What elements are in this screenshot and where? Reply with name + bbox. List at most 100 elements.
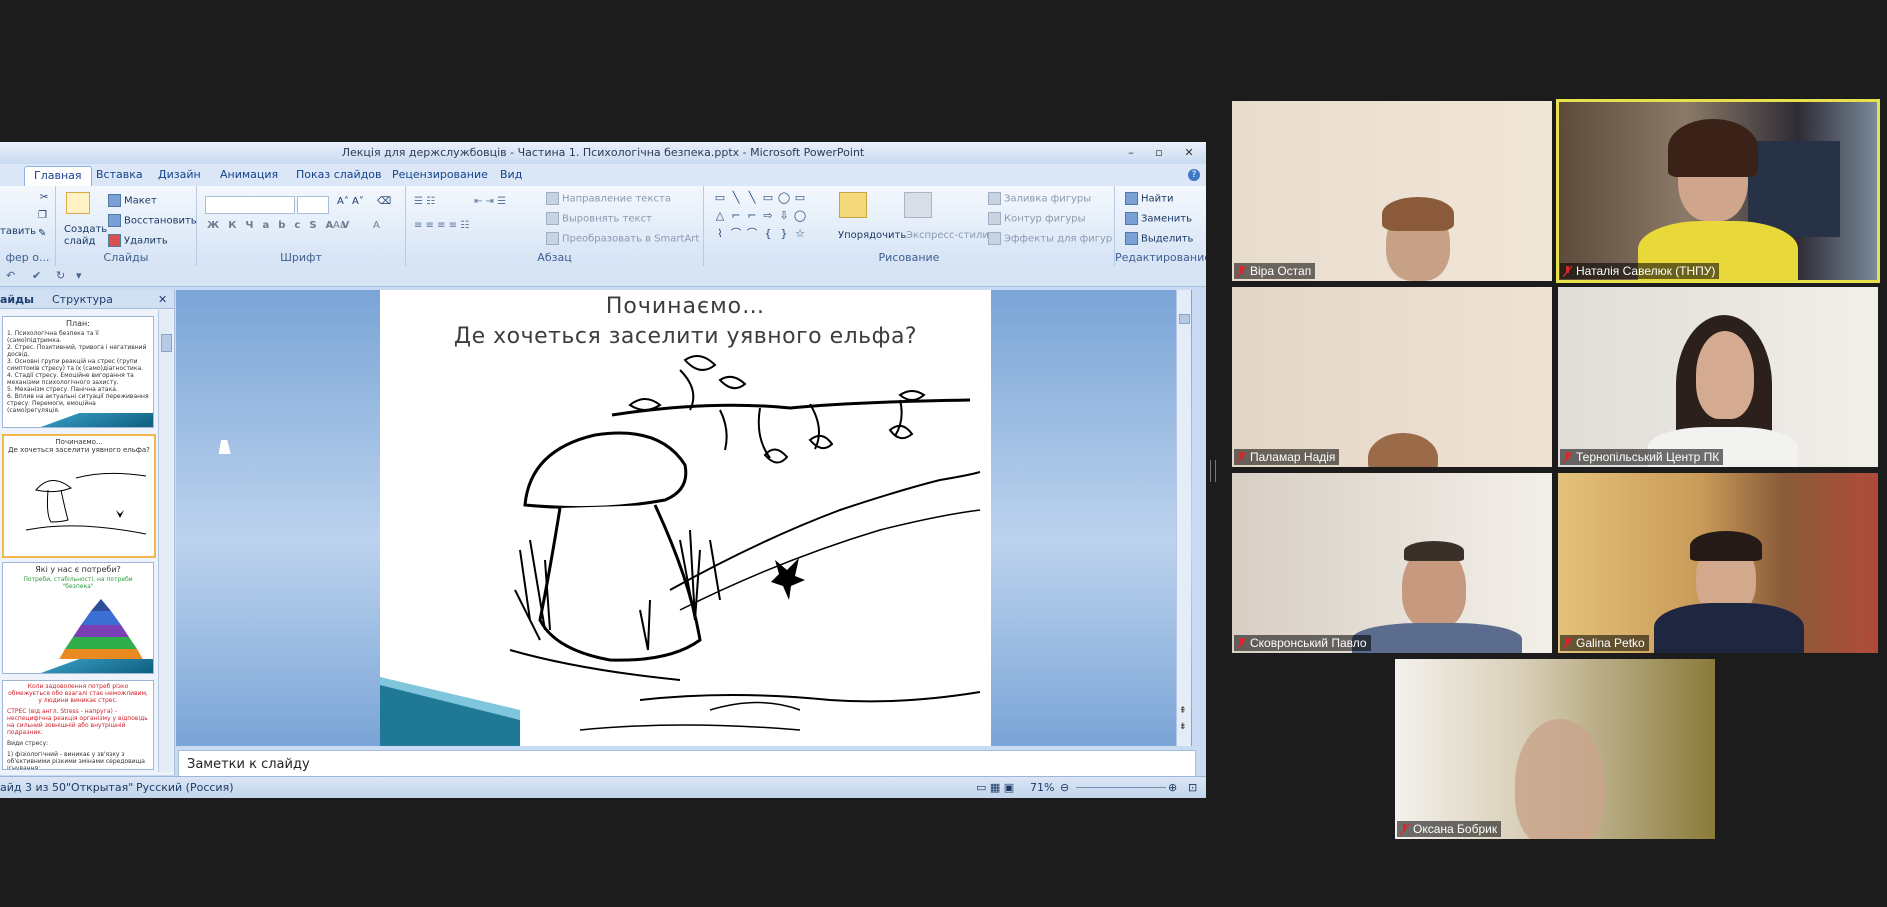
spelling-icon[interactable]: ✔ (32, 269, 41, 282)
thumb1-line: 1. Психологічна безпека та її (само)підт… (7, 330, 99, 344)
slide-scroll-thumb[interactable] (1179, 314, 1190, 324)
video-tile-4[interactable]: Тернопільський Центр ПК (1558, 287, 1878, 467)
find-icon (1125, 192, 1138, 205)
thumb2-drawing (25, 472, 147, 535)
align-text-button[interactable]: Выровнять текст (546, 212, 652, 225)
align-icons[interactable]: ≡ ≡ ≡ ≡ ☷ (414, 220, 469, 231)
video-tile-3[interactable]: Паламар Надія (1232, 287, 1552, 467)
slides-pane-scroll-thumb[interactable] (161, 334, 172, 352)
undo-icon[interactable]: ↶ (6, 269, 15, 282)
minimize-button[interactable]: – (1120, 145, 1142, 160)
thumb1-line: 2. Стрес. Позитивний, тривога і негативн… (7, 344, 147, 358)
arrange-icon[interactable] (839, 192, 867, 218)
reset-button[interactable]: Восстановить (108, 214, 197, 227)
muted-mic-icon (1400, 824, 1409, 835)
close-button[interactable]: ✕ (1178, 145, 1200, 160)
font-color-icon[interactable]: A (373, 220, 380, 231)
smartart-button[interactable]: Преобразовать в SmartArt (546, 232, 699, 245)
replace-button[interactable]: Заменить (1125, 212, 1192, 225)
tab-slides[interactable]: айды (0, 293, 34, 306)
shape-fill-button[interactable]: Заливка фигуры (988, 192, 1091, 205)
slide-thumbnail-3[interactable]: Які у нас є потреби? Потреби, стабільнос… (2, 562, 154, 674)
notes-pane[interactable]: Заметки к слайду (178, 750, 1196, 778)
participant-name-tag: Сковронський Павло (1234, 635, 1371, 651)
zoom-out-icon[interactable]: ⊖ (1060, 781, 1069, 794)
new-slide-button[interactable]: Создать (64, 224, 107, 235)
text-direction-button[interactable]: Направление текста (546, 192, 671, 205)
zoom-in-icon[interactable]: ⊕ (1168, 781, 1177, 794)
align-text-label: Выровнять текст (562, 213, 652, 225)
tab-view[interactable]: Вид (500, 168, 522, 181)
prev-slide-icon[interactable]: ⇞ (1179, 706, 1187, 716)
tab-animation[interactable]: Анимация (220, 168, 278, 181)
restore-button[interactable]: ▫ (1148, 145, 1170, 160)
new-slide-button-line2[interactable]: слайд (64, 236, 95, 247)
participant-name-tag: Оксана Бобрик (1397, 821, 1502, 837)
font-size-select[interactable] (297, 196, 329, 214)
find-button[interactable]: Найти (1125, 192, 1173, 205)
group-clipboard: тавить ✂ ❐ ✎ фер о... (0, 186, 56, 266)
font-name-select[interactable] (205, 196, 295, 214)
tab-design[interactable]: Дизайн (158, 168, 201, 181)
fit-to-window-icon[interactable]: ⊡ (1188, 781, 1197, 794)
close-pane-icon[interactable]: ✕ (158, 293, 167, 306)
new-slide-icon[interactable] (66, 192, 90, 214)
help-icon[interactable]: ? (1188, 169, 1200, 181)
next-slide-icon[interactable]: ⇟ (1179, 722, 1187, 732)
participant-name: Galina Petko (1576, 636, 1645, 650)
delete-slide-button[interactable]: Удалить (108, 234, 168, 247)
indent-icon[interactable]: ⇤ ⇥ ☰ (474, 196, 506, 207)
panel-splitter[interactable] (1210, 460, 1216, 482)
tab-review[interactable]: Рецензирование (392, 168, 488, 181)
quick-styles-icon[interactable] (904, 192, 932, 218)
view-buttons[interactable]: ▭ ▦ ▣ (976, 781, 1014, 794)
video-tile-7[interactable]: Оксана Бобрик (1395, 659, 1715, 839)
zoom-level[interactable]: 71% (1030, 781, 1054, 794)
group-drawing: ▭ ╲ ╲ ▭ ◯ ▭ △ ⌐ ⌐ ⇨ ⇩ ◯ ⌇ ⌒ ⌒{} ☆ Упорядочить Экспрес… (704, 186, 1115, 266)
bullets-icon[interactable]: ☰ ☷ (414, 196, 435, 207)
format-painter-icon[interactable]: ✎ (38, 228, 46, 239)
copy-icon[interactable]: ❐ (38, 210, 47, 221)
shape-outline-button[interactable]: Контур фигуры (988, 212, 1086, 225)
cut-icon[interactable]: ✂ (40, 192, 48, 203)
redo-icon[interactable]: ↻ (56, 269, 65, 282)
paste-button[interactable]: тавить (0, 226, 36, 237)
zoom-slider[interactable] (1076, 787, 1166, 788)
quick-styles-button[interactable]: Экспресс-стили (906, 230, 989, 241)
tab-insert[interactable]: Вставка (96, 168, 143, 181)
slide-thumbnail-1[interactable]: План: 1. Психологічна безпека та її (сам… (2, 316, 154, 428)
tab-home[interactable]: Главная (24, 166, 92, 187)
shape-effects-label: Эффекты для фигур (1004, 233, 1113, 245)
slides-pane-scrollbar[interactable] (158, 310, 173, 772)
thumb3-decor (3, 659, 153, 673)
participant-name: Паламар Надія (1250, 450, 1336, 464)
video-tile-2[interactable]: Наталія Савелюк (ТНПУ) (1556, 99, 1880, 283)
video-tile-5[interactable]: Сковронський Павло (1232, 473, 1552, 653)
muted-mic-icon (1563, 638, 1572, 649)
tab-slideshow[interactable]: Показ слайдов (296, 168, 382, 181)
slide-editing-area: Починаємо… Де хочеться заселити уявного … (176, 290, 1192, 746)
layout-button[interactable]: Макет (108, 194, 157, 207)
shape-effects-button[interactable]: Эффекты для фигур (988, 232, 1112, 245)
video-tile-6[interactable]: Galina Petko (1558, 473, 1878, 653)
shape-effects-icon (988, 232, 1001, 245)
slide-thumbnail-4[interactable]: Коли задоволення потреб різко обмежуєтьс… (2, 680, 154, 770)
change-case-icon[interactable]: Aa (333, 220, 346, 231)
slide-scrollbar[interactable]: ⇞ ⇟ (1176, 290, 1191, 746)
group-font: A˄ A˅ ⌫ ЖКЧabcSAV Aa A Шрифт (197, 186, 406, 266)
customize-qat-icon[interactable]: ▾ (76, 269, 82, 282)
select-button[interactable]: Выделить (1125, 232, 1193, 245)
grow-font-icon[interactable]: A˄ A˅ (337, 196, 364, 207)
slide-thumbnail-2[interactable]: Починаємо... Де хочеться заселити уявног… (2, 434, 156, 558)
current-slide[interactable]: Починаємо… Де хочеться заселити уявного … (380, 290, 991, 746)
tab-outline[interactable]: Структура (52, 293, 113, 306)
smartart-label: Преобразовать в SmartArt (562, 233, 700, 245)
arrange-button[interactable]: Упорядочить (838, 230, 906, 241)
video-tile-1[interactable]: Віра Остап (1232, 101, 1552, 281)
shapes-gallery[interactable]: ▭ ╲ ╲ ▭ ◯ ▭ △ ⌐ ⌐ ⇨ ⇩ ◯ ⌇ ⌒ ⌒{} ☆ (712, 192, 824, 246)
clear-format-icon[interactable]: ⌫ (377, 196, 391, 207)
group-paragraph: ☰ ☷ ⇤ ⇥ ☰ ≡ ≡ ≡ ≡ ☷ Направление текста В… (406, 186, 704, 266)
theme-name: "Открытая" (66, 781, 134, 794)
participant-name: Наталія Савелюк (ТНПУ) (1576, 264, 1716, 278)
participant-name-tag: Наталія Савелюк (ТНПУ) (1560, 263, 1720, 279)
